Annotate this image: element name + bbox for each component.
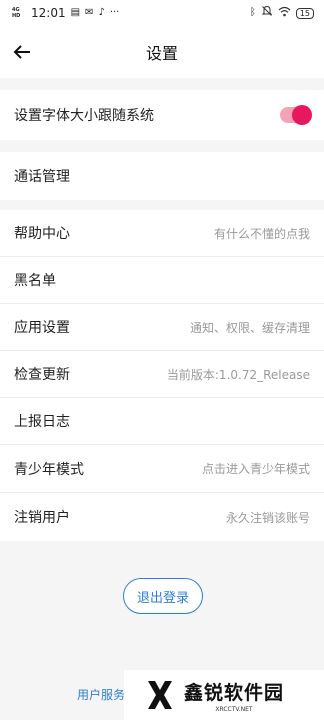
report-log-row[interactable]: 上报日志 — [0, 398, 324, 444]
user-service-link[interactable]: 用户服务 — [77, 686, 125, 703]
app-settings-row[interactable]: 应用设置 通知、权限、缓存清理 — [0, 304, 324, 350]
watermark-subtitle: XRCCTV.NET — [215, 705, 253, 713]
font-follow-label: 设置字体大小跟随系统 — [14, 108, 154, 124]
blacklist-label: 黑名单 — [14, 273, 56, 289]
watermark-title: 鑫锐软件园 — [184, 681, 285, 704]
mute-icon — [261, 5, 273, 21]
help-center-hint: 有什么不懂的点我 — [213, 226, 310, 241]
font-follow-row: 设置字体大小跟随系统 — [0, 90, 324, 140]
back-arrow-icon[interactable] — [8, 38, 36, 66]
blacklist-row[interactable]: 黑名单 — [0, 257, 324, 303]
check-update-label: 检查更新 — [14, 367, 70, 383]
check-update-row[interactable]: 检查更新 当前版本:1.0.72_Release — [0, 351, 324, 397]
report-log-label: 上报日志 — [14, 414, 70, 430]
call-management-label: 通话管理 — [14, 169, 70, 185]
delete-account-row[interactable]: 注销用户 永久注销该账号 — [0, 493, 324, 541]
help-center-label: 帮助中心 — [14, 226, 70, 242]
app-settings-label: 应用设置 — [14, 320, 70, 336]
network-indicator: 4G HD — [12, 7, 21, 19]
mail-icon: ✉ — [85, 7, 94, 18]
more-icon: ··· — [109, 7, 120, 18]
tiktok-icon: ♪ — [98, 7, 105, 18]
youth-mode-row[interactable]: 青少年模式 点击进入青少年模式 — [0, 445, 324, 492]
logout-button[interactable]: 退出登录 — [123, 578, 203, 614]
help-center-row[interactable]: 帮助中心 有什么不懂的点我 — [0, 210, 324, 256]
message-icon: ▤ — [70, 7, 81, 18]
battery-indicator: 15 — [295, 7, 314, 19]
delete-account-label: 注销用户 — [14, 510, 70, 526]
youth-mode-hint: 点击进入青少年模式 — [201, 462, 310, 476]
delete-account-hint: 永久注销该账号 — [225, 510, 310, 525]
wifi-icon — [278, 6, 291, 21]
font-follow-toggle[interactable] — [280, 105, 312, 125]
nav-bar: 设置 — [0, 26, 324, 78]
youth-mode-label: 青少年模式 — [14, 461, 84, 478]
version-hint: 当前版本:1.0.72_Release — [166, 367, 310, 382]
status-time: 12:01 — [31, 6, 66, 20]
page-title: 设置 — [145, 44, 178, 63]
status-bar: 4G HD 12:01 ▤ ✉ ♪ ··· ᛒ 15 — [0, 0, 324, 26]
app-settings-hint: 通知、权限、缓存清理 — [189, 320, 310, 335]
bluetooth-icon: ᛒ — [249, 7, 256, 18]
toggle-knob — [292, 105, 312, 125]
call-management-row[interactable]: 通话管理 — [0, 152, 324, 200]
watermark-logo-icon — [148, 681, 172, 709]
watermark: 鑫锐软件园 XRCCTV.NET — [124, 670, 324, 720]
